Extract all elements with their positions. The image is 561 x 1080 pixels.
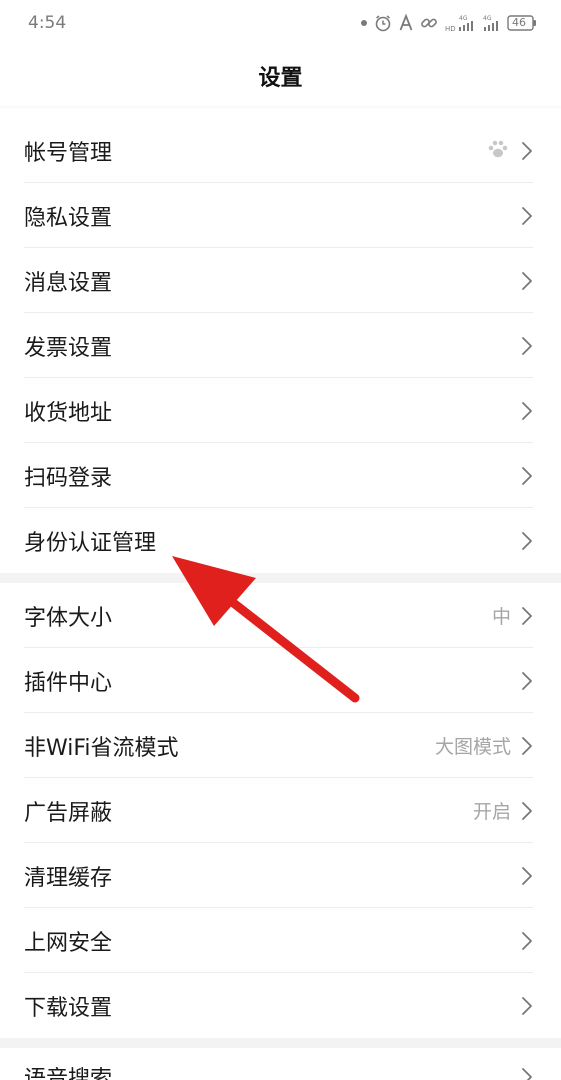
settings-item-privacy[interactable]: 隐私设置 <box>0 183 561 248</box>
chevron-right-icon <box>522 206 532 225</box>
battery-icon: 46 <box>507 15 537 31</box>
chevron-right-icon <box>522 466 532 485</box>
settings-item-label: 扫码登录 <box>24 465 113 491</box>
settings-item-qr-login[interactable]: 扫码登录 <box>0 443 561 508</box>
settings-item-label: 下载设置 <box>24 995 113 1021</box>
signal-4g-icon: 4G <box>482 14 500 32</box>
group-divider <box>0 573 561 583</box>
chevron-right-icon <box>522 336 532 355</box>
battery-level: 46 <box>512 16 526 29</box>
status-icons: HD 4G 4G 46 <box>361 14 537 32</box>
settings-item-value: 大图模式 <box>434 736 511 758</box>
settings-item-label: 插件中心 <box>24 670 113 696</box>
settings-item-shipping-address[interactable]: 收货地址 <box>0 378 561 443</box>
alarm-icon <box>374 14 392 32</box>
settings-item-account-management[interactable]: 帐号管理 <box>0 118 561 183</box>
settings-item-voice-search[interactable]: 语音搜索 <box>0 1048 561 1080</box>
chevron-right-icon <box>522 736 532 755</box>
chevron-right-icon <box>522 671 532 690</box>
group-divider <box>0 1038 561 1048</box>
paw-icon <box>487 139 509 163</box>
nav-bar: 设置 <box>0 46 561 106</box>
chevron-right-icon <box>522 801 532 820</box>
settings-item-label: 清理缓存 <box>24 865 113 891</box>
settings-item-label: 上网安全 <box>24 930 113 956</box>
chevron-right-icon <box>522 531 532 550</box>
link-icon <box>420 14 438 32</box>
status-time: 4:54 <box>28 13 67 33</box>
settings-item-label: 非WiFi省流模式 <box>24 735 179 761</box>
status-bar: 4:54 HD 4G 4G 46 <box>0 0 561 46</box>
settings-item-ad-block[interactable]: 广告屏蔽 开启 <box>0 778 561 843</box>
settings-group-voice: 语音搜索 <box>0 1048 561 1080</box>
settings-item-browsing-security[interactable]: 上网安全 <box>0 908 561 973</box>
settings-item-label: 字体大小 <box>24 605 113 631</box>
svg-text:HD: HD <box>445 25 456 32</box>
settings-group-general: 字体大小 中 插件中心 非WiFi省流模式 大图模式 广告屏蔽 开启 清理缓存 … <box>0 583 561 1038</box>
settings-group-account: 帐号管理 隐私设置 消息设置 发票设置 收货地址 扫码登录 身份认证管理 <box>0 118 561 573</box>
chevron-right-icon <box>522 1067 532 1080</box>
settings-item-download[interactable]: 下载设置 <box>0 973 561 1038</box>
settings-item-value: 中 <box>491 606 511 628</box>
settings-item-font-size[interactable]: 字体大小 中 <box>0 583 561 648</box>
settings-item-value: 开启 <box>472 801 511 823</box>
a-letter-icon <box>399 14 413 32</box>
settings-item-messages[interactable]: 消息设置 <box>0 248 561 313</box>
settings-item-data-saver[interactable]: 非WiFi省流模式 大图模式 <box>0 713 561 778</box>
chevron-right-icon <box>522 866 532 885</box>
chevron-right-icon <box>522 141 532 160</box>
settings-item-label: 消息设置 <box>24 270 113 296</box>
page-title: 设置 <box>258 66 303 91</box>
chevron-right-icon <box>522 401 532 420</box>
settings-item-label: 隐私设置 <box>24 205 113 231</box>
signal-hd-4g-icon: HD 4G <box>445 14 475 32</box>
chevron-right-icon <box>522 606 532 625</box>
settings-item-label: 收货地址 <box>24 400 113 426</box>
chevron-right-icon <box>522 271 532 290</box>
svg-text:4G: 4G <box>459 15 468 22</box>
svg-text:4G: 4G <box>483 15 492 22</box>
settings-item-label: 发票设置 <box>24 335 113 361</box>
chevron-right-icon <box>522 931 532 950</box>
chevron-right-icon <box>522 996 532 1015</box>
settings-item-label: 语音搜索 <box>24 1066 113 1080</box>
settings-item-label: 广告屏蔽 <box>24 800 113 826</box>
settings-item-invoice[interactable]: 发票设置 <box>0 313 561 378</box>
settings-item-label: 身份认证管理 <box>24 530 157 556</box>
settings-item-label: 帐号管理 <box>24 140 113 166</box>
settings-item-identity-verification[interactable]: 身份认证管理 <box>0 508 561 573</box>
notification-dot-icon <box>361 20 367 26</box>
settings-item-plugin-center[interactable]: 插件中心 <box>0 648 561 713</box>
settings-item-clear-cache[interactable]: 清理缓存 <box>0 843 561 908</box>
